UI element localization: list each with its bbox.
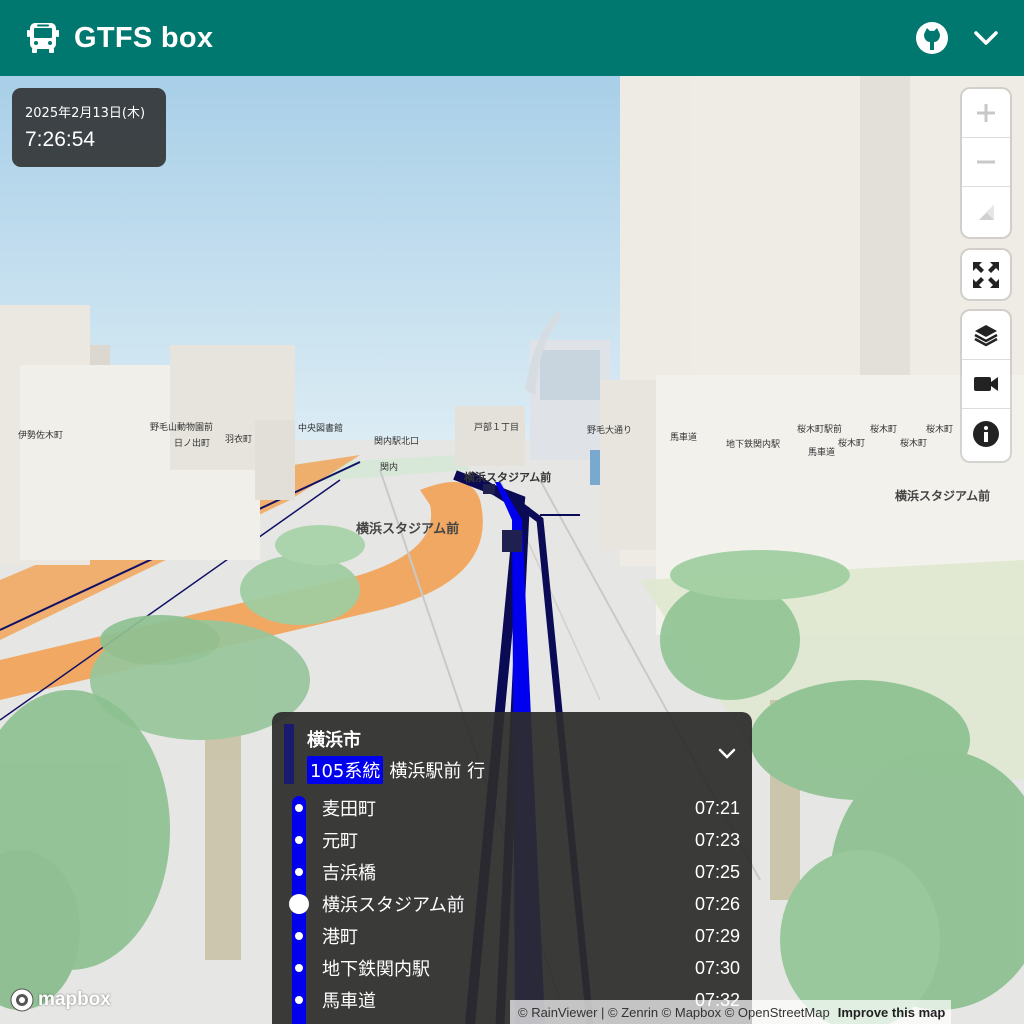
agency-color-bar [284,724,294,784]
github-icon[interactable] [914,20,950,56]
stop-name: 元町 [322,831,358,852]
map-label: 桜木町 [926,425,954,435]
map-label: 地下鉄関内駅 [726,440,781,450]
stop-dot [295,868,303,876]
minus-icon [977,160,995,164]
map-label: 中央図書館 [298,424,344,434]
bus-marker [502,530,522,552]
layer-controls [962,311,1010,461]
clock-time: 7:26:54 [25,128,96,151]
map-label: 横浜スタジアム前 [895,489,991,503]
route-info: 105系統 横浜駅前 行 [307,756,485,784]
stop-row[interactable]: 麦田町 07:21 [272,792,752,824]
trip-panel: 横浜市 105系統 横浜駅前 行 麦田町 07:21 元町 07:23 吉浜橋 07:25… [272,712,752,1024]
map-label: 横浜スタジアム前 [356,522,460,537]
stop-time: 07:26 [694,893,740,914]
map-label: 関内 [380,463,399,473]
stop-name: 横浜スタジアム前 [322,895,465,916]
map-label: 関内駅北口 [374,437,420,447]
stop-dot [295,836,303,844]
map-label: 桜木町 [870,425,898,435]
chevron-down-icon[interactable] [716,742,738,764]
stop-time: 07:23 [694,829,740,850]
stop-row[interactable]: 吉浜橋 07:25 [272,856,752,888]
current-stop-marker [289,894,309,914]
stop-row[interactable]: 港町 07:29 [272,920,752,952]
map-label: 野毛大通り [587,426,633,436]
stop-dot [295,964,303,972]
route-name-badge: 105系統 [307,756,384,784]
info-button[interactable] [962,409,1010,458]
map-label: 野毛山動物園前 [150,423,214,433]
map-label: 羽衣町 [225,435,253,445]
zoom-out-button[interactable] [962,138,1010,187]
stop-dot [295,996,303,1004]
agency-name: 横浜市 [307,730,361,751]
map-label: 桜木町 [838,439,866,449]
attribution-text[interactable]: © RainViewer | © Zenrin © Mapbox © OpenS… [518,1005,830,1020]
route-headsign: 横浜駅前 行 [389,761,486,782]
map-label: 馬車道 [808,448,836,458]
tracking-camera-button[interactable] [962,360,1010,409]
compass-icon [979,204,994,220]
info-icon [973,420,999,447]
stop-dot [295,932,303,940]
fullscreen-icon [973,261,999,288]
layers-button[interactable] [962,311,1010,360]
stop-time: 07:25 [694,861,740,882]
mapbox-text: mapbox [38,989,111,1010]
stop-row[interactable]: 地下鉄関内駅 07:30 [272,952,752,984]
stop-name: 港町 [322,927,358,948]
stop-row[interactable]: 横浜スタジアム前 07:26 [272,888,752,920]
map-label: 伊勢佐木町 [18,431,64,441]
fullscreen-control [962,250,1010,299]
mapbox-logo[interactable]: mapbox [10,988,111,1012]
stop-row[interactable]: 元町 07:23 [272,824,752,856]
clock-panel: 2025年2月13日(木) 7:26:54 [12,88,166,167]
layers-icon [974,325,998,347]
fullscreen-button[interactable] [962,250,1010,299]
stop-name: 吉浜橋 [322,863,376,884]
stop-name: 麦田町 [322,799,376,820]
zoom-in-button[interactable] [962,89,1010,138]
map-label: 桜木町駅前 [797,425,843,435]
stop-dot [295,804,303,812]
improve-map-link[interactable]: Improve this map [838,1005,946,1020]
app-title: GTFS box [74,21,214,54]
app-header: GTFS box [0,0,1024,76]
chevron-down-icon[interactable] [970,22,1002,54]
stop-time: 07:29 [694,925,740,946]
compass-button[interactable] [962,187,1010,236]
map-label: 桜木町 [900,439,928,449]
stop-time: 07:21 [694,797,740,818]
map-label: 日ノ出町 [174,439,211,449]
mapbox-icon [10,988,34,1012]
clock-date: 2025年2月13日(木) [25,106,146,121]
map-label: 横浜スタジアム前 [464,471,552,484]
stop-name: 地下鉄関内駅 [322,959,430,980]
video-camera-icon [974,377,998,391]
plus-icon [977,104,995,122]
stop-name: 馬車道 [322,991,376,1012]
attribution: © RainViewer | © Zenrin © Mapbox © OpenS… [510,1000,952,1024]
map-label: 馬車道 [670,433,698,443]
map-label: 戸部１丁目 [474,423,520,433]
bus-icon [27,23,59,53]
stop-time: 07:30 [694,957,740,978]
navigation-control [962,89,1010,237]
